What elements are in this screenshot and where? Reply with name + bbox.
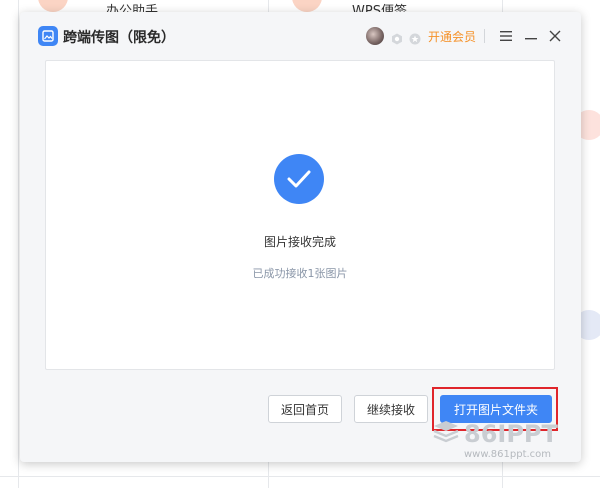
watermark-url: www.861ppt.com (464, 449, 551, 460)
status-title: 图片接收完成 (263, 235, 336, 249)
watermark-brand: 86IPPT (464, 420, 559, 448)
background-divider (0, 476, 600, 477)
status-subtitle: 已成功接收1张图片 (252, 267, 348, 280)
success-check-icon (274, 154, 324, 204)
avatar[interactable] (366, 27, 384, 45)
open-membership-link[interactable]: 开通会员 (428, 28, 476, 45)
background-divider (18, 0, 19, 488)
dialog-titlebar: 跨端传图（限免） 开通会员 (20, 12, 581, 60)
dialog-title: 跨端传图（限免） (63, 30, 175, 46)
result-panel: 图片接收完成 已成功接收1张图片 (45, 60, 555, 370)
continue-receive-button[interactable]: 继续接收 (354, 395, 428, 423)
member-badge-icon[interactable] (391, 30, 403, 45)
transfer-dialog: 跨端传图（限免） 开通会员 图片接收完成 已成功接收1张图片 返回首页 继续接收… (20, 12, 581, 462)
background-app-icon (292, 0, 322, 12)
back-home-button[interactable]: 返回首页 (268, 395, 342, 423)
close-icon[interactable] (545, 26, 565, 46)
level-badge-icon[interactable] (409, 30, 421, 45)
image-app-icon (38, 26, 58, 46)
background-app-icon (38, 0, 68, 12)
menu-icon[interactable] (496, 26, 516, 46)
watermark-logo-icon (433, 421, 459, 443)
titlebar-divider (484, 29, 485, 43)
minimize-icon[interactable] (521, 26, 541, 46)
watermark: 86IPPT www.861ppt.com (432, 418, 592, 462)
